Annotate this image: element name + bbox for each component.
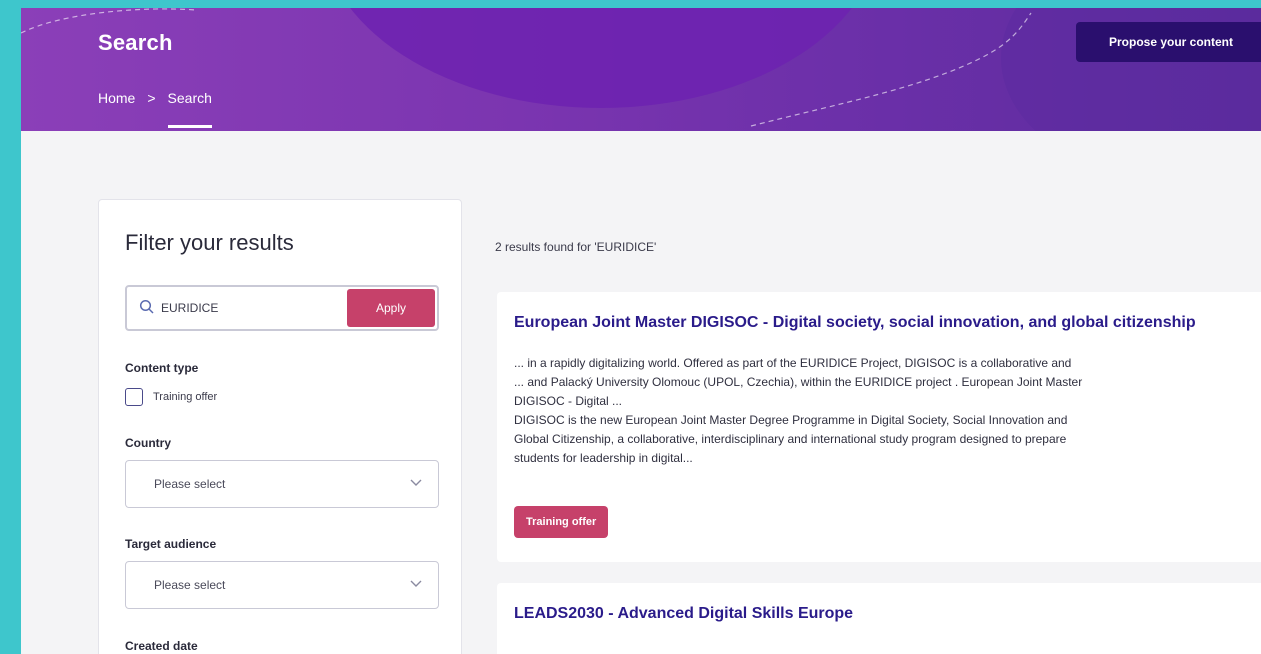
chevron-down-icon <box>410 580 422 587</box>
result-title-link[interactable]: LEADS2030 - Advanced Digital Skills Euro… <box>514 605 853 623</box>
breadcrumb: Home > Search <box>98 90 213 128</box>
page-frame: Search Home > Search Propose your conten… <box>21 8 1261 654</box>
page-header: Search Home > Search Propose your conten… <box>21 8 1261 131</box>
training-offer-checkbox[interactable] <box>125 388 143 406</box>
apply-button[interactable]: Apply <box>347 289 435 327</box>
filter-heading: Filter your results <box>125 230 294 255</box>
country-select[interactable]: Please select <box>125 460 439 508</box>
target-audience-select-value: Please select <box>154 578 226 592</box>
content-type-tag[interactable]: Training offer <box>514 506 609 538</box>
description-line: DIGISOC is the new European Joint Master… <box>514 413 1068 427</box>
target-audience-select[interactable]: Please select <box>125 561 439 609</box>
search-input[interactable] <box>161 297 341 319</box>
snippet-line: DIGISOC - Digital ... <box>514 394 623 408</box>
search-box: Apply <box>125 285 439 331</box>
created-date-label: Created date <box>125 639 198 653</box>
training-offer-option[interactable]: Training offer <box>125 388 217 406</box>
snippet-line: ... in a rapidly digitalizing world. Off… <box>514 356 1072 370</box>
result-snippet: ... in a rapidly digitalizing world. Off… <box>514 354 1254 468</box>
results-count: 2 results found for 'EURIDICE' <box>495 240 657 254</box>
result-title-link[interactable]: European Joint Master DIGISOC - Digital … <box>514 314 1196 332</box>
breadcrumb-separator: > <box>147 90 156 106</box>
chevron-down-icon <box>410 479 422 486</box>
breadcrumb-current: Search <box>167 90 213 128</box>
training-offer-label: Training offer <box>153 391 218 403</box>
propose-content-button[interactable]: Propose your content <box>1076 22 1261 62</box>
snippet-line: ... and Palacký University Olomouc (UPOL… <box>514 375 1083 389</box>
description-line: Global Citizenship, a collaborative, int… <box>514 432 1067 446</box>
breadcrumb-home-link[interactable]: Home <box>98 90 135 106</box>
target-audience-label: Target audience <box>125 537 217 551</box>
country-select-value: Please select <box>154 477 226 491</box>
country-label: Country <box>125 436 171 450</box>
result-card: European Joint Master DIGISOC - Digital … <box>497 292 1261 562</box>
filter-panel: Filter your results Apply Content type T… <box>98 199 462 654</box>
page-title: Search <box>98 30 173 55</box>
description-line: students for leadership in digital... <box>514 451 693 465</box>
search-icon <box>139 299 154 314</box>
content-type-label: Content type <box>125 361 199 375</box>
result-card: LEADS2030 - Advanced Digital Skills Euro… <box>497 583 1261 654</box>
header-dashed-lines <box>21 8 1032 127</box>
